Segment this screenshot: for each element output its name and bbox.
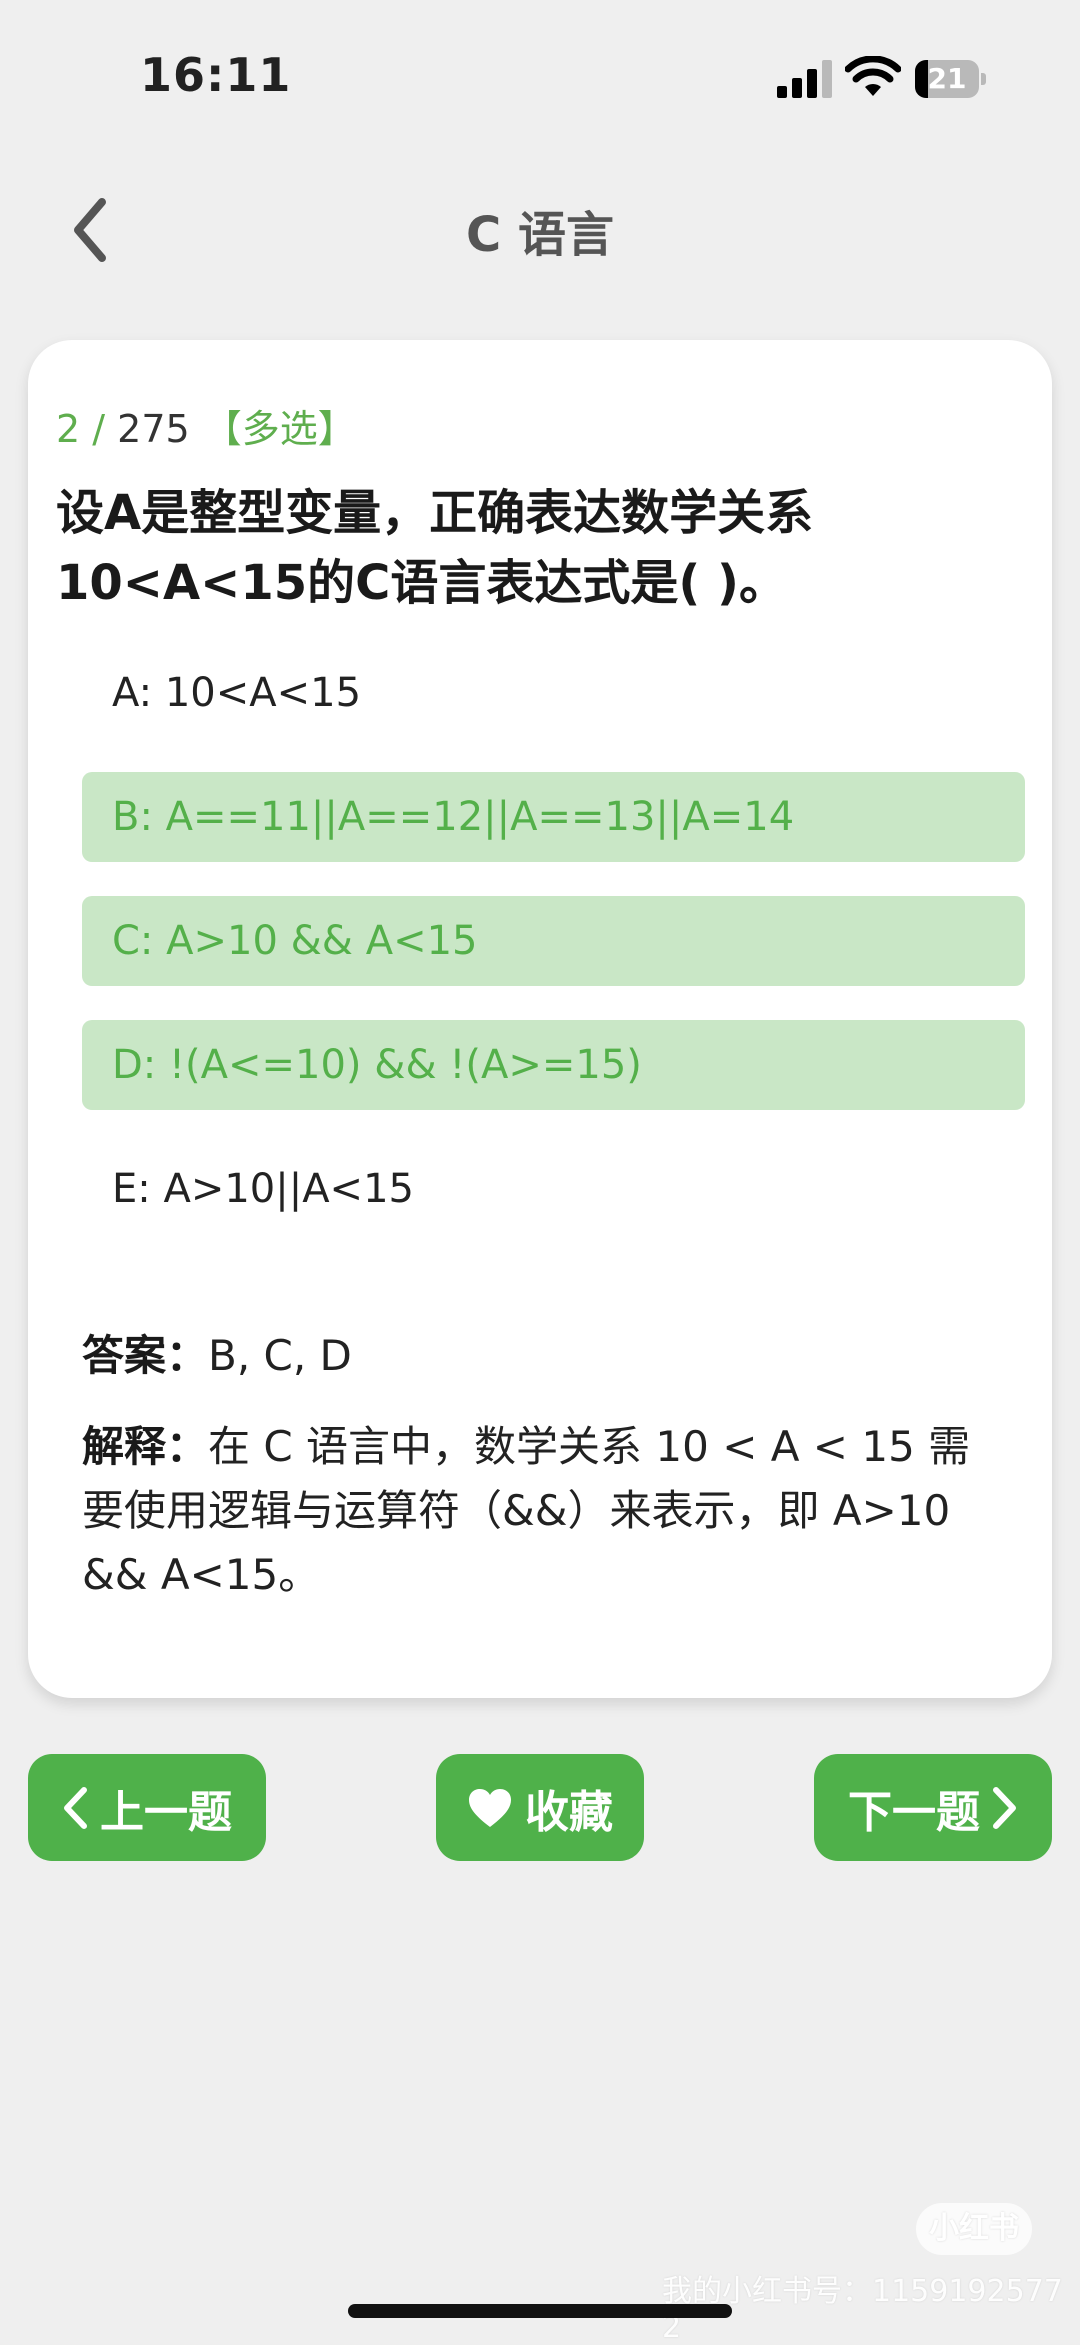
option-b[interactable]: B: A==11||A==12||A==13||A=14 [82,772,1025,862]
battery-percent: 21 [927,62,967,95]
progress-separator: / [80,407,118,451]
status-bar: 16:11 21 [0,0,1080,150]
option-e[interactable]: E: A>10||A<15 [82,1144,1025,1234]
answer: 答案：B, C, D [82,1322,352,1383]
next-question-label: 下一题 [848,1786,980,1838]
prev-question-button[interactable]: 上一题 [28,1754,266,1861]
question-type-tag: 【多选】 [203,407,356,451]
question-text: 设A是整型变量，正确表达数学关系 10<A<15的C语言表达式是( )。 [56,478,1016,618]
battery-icon: 21 [915,60,987,100]
favorite-button[interactable]: 收藏 [436,1754,644,1861]
explanation-label: 解释： [82,1422,209,1471]
question-index: 2 [56,407,81,451]
question-text-line1: 设A是整型变量，正确表达数学关系 [56,485,814,541]
watermark-logo: 小红书 [916,2203,1032,2255]
heart-icon [469,1788,511,1827]
explanation-text: 在 C 语言中，数学关系 10 < A < 15 需要使用逻辑与运算符（&&）来… [82,1422,971,1599]
prev-question-label: 上一题 [100,1786,232,1838]
chevron-right-icon [993,1786,1016,1829]
question-progress: 2 / 275 【多选】 [56,398,356,453]
question-text-line2: 10<A<15的C语言表达式是( )。 [56,555,787,611]
option-c[interactable]: C: A>10 && A<15 [82,896,1025,986]
next-question-button[interactable]: 下一题 [814,1754,1052,1861]
cellular-signal-icon [777,60,832,98]
page-title: C 语言 [466,207,614,263]
answer-value: B, C, D [208,1331,352,1380]
chevron-left-icon [64,1786,87,1829]
wifi-icon [845,56,901,96]
question-total: 275 [117,407,190,451]
status-time: 16:11 [140,48,292,102]
answer-label: 答案： [82,1331,209,1380]
favorite-label: 收藏 [525,1786,613,1838]
option-a[interactable]: A: 10<A<15 [82,648,1025,738]
explanation: 解释：在 C 语言中，数学关系 10 < A < 15 需要使用逻辑与运算符（&… [82,1415,1002,1607]
option-d[interactable]: D: !(A<=10) && !(A>=15) [82,1020,1025,1110]
home-indicator[interactable] [348,2304,732,2318]
